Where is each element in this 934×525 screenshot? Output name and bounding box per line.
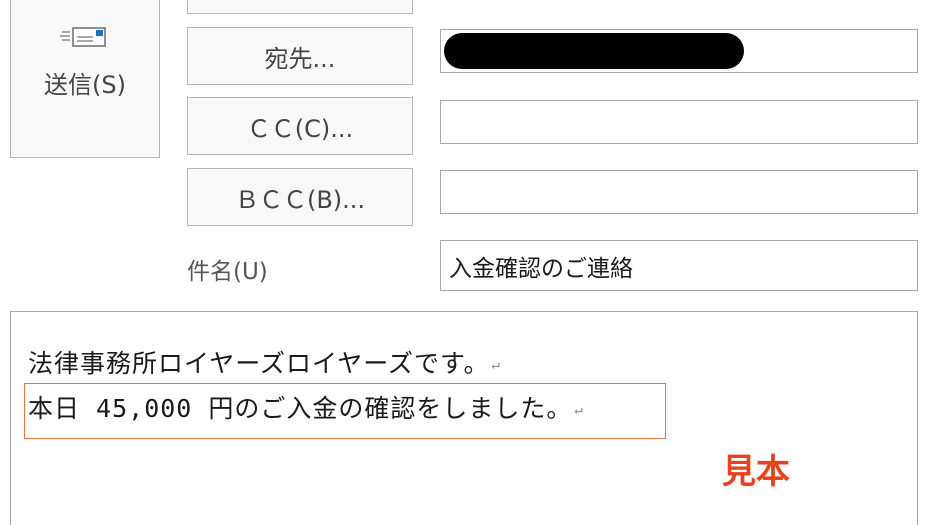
from-button[interactable] (187, 0, 413, 14)
mail-compose-window: 送信(S) 宛先... ＣＣ(C)... ＢＣＣ(B)... 件名(U) 入金確… (0, 0, 934, 525)
subject-field[interactable]: 入金確認のご連絡 (440, 240, 918, 291)
cc-field[interactable] (440, 100, 918, 144)
send-button-label: 送信(S) (44, 71, 126, 99)
highlight-box (24, 383, 666, 439)
redacted-recipient (444, 33, 744, 69)
to-button[interactable]: 宛先... (187, 27, 413, 85)
send-button[interactable]: 送信(S) (10, 0, 160, 158)
cc-button[interactable]: ＣＣ(C)... (187, 97, 413, 155)
subject-label: 件名(U) (187, 259, 268, 285)
bcc-button-label: ＢＣＣ(B)... (234, 185, 366, 214)
to-button-label: 宛先... (264, 44, 336, 73)
body-line-1-text: 法律事務所ロイヤーズロイヤーズです。 (28, 349, 490, 378)
bcc-button[interactable]: ＢＣＣ(B)... (187, 168, 413, 226)
paragraph-mark-icon: ↵ (491, 357, 501, 373)
cc-button-label: ＣＣ(C)... (246, 114, 354, 143)
sample-watermark: 見本 (722, 452, 790, 492)
send-envelope-icon (60, 27, 106, 47)
bcc-field[interactable] (440, 170, 918, 214)
body-line-1: 法律事務所ロイヤーズロイヤーズです。 ↵ (28, 344, 501, 380)
